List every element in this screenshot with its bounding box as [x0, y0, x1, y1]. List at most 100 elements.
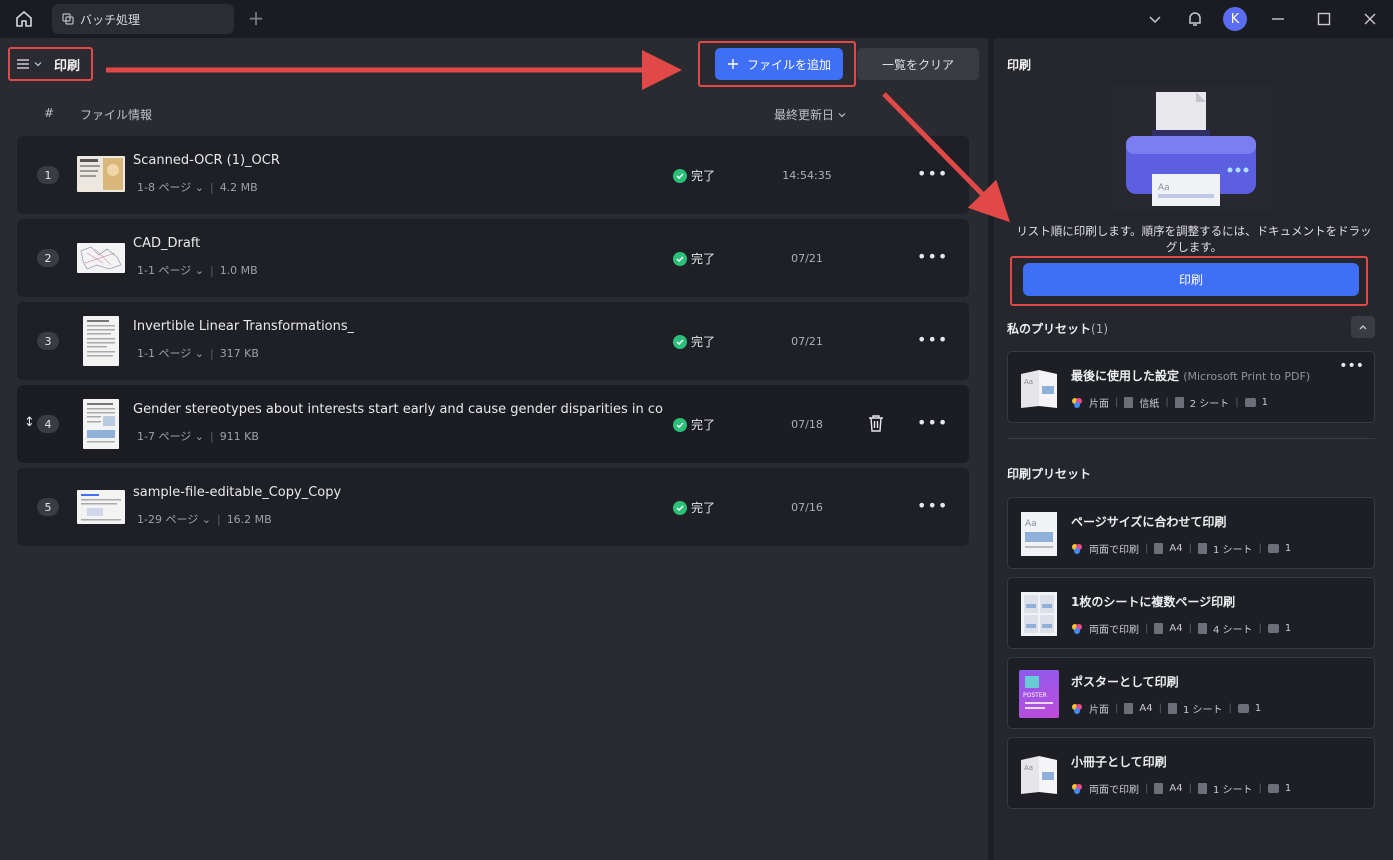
file-thumbnail — [83, 399, 119, 449]
table-row[interactable]: 3 Invertible Linear Transformations_ 1-1… — [17, 302, 969, 380]
page-range-select[interactable]: 1-7 ページ ⌄ — [137, 428, 204, 444]
page-range-select[interactable]: 1-1 ページ ⌄ — [137, 345, 204, 361]
my-presets-heading: 私のプリセット(1) — [1007, 322, 1109, 336]
mode-selector[interactable]: 印刷 — [8, 47, 93, 81]
table-row[interactable]: 2 CAD_Draft 1-1 ページ ⌄ | 1.0 MB 完了 07/21 … — [17, 219, 969, 297]
paper-icon — [1124, 703, 1134, 714]
more-options-button[interactable]: ••• — [917, 330, 948, 349]
check-circle-icon — [673, 251, 687, 266]
check-circle-icon — [673, 417, 687, 432]
delete-button[interactable] — [867, 413, 885, 436]
row-number: 5 — [37, 498, 59, 516]
clear-list-button[interactable]: 一覧をクリア — [857, 48, 979, 80]
minimize-button[interactable] — [1255, 0, 1301, 38]
batch-icon — [62, 13, 74, 25]
home-icon — [16, 11, 32, 27]
multi-page-thumbnail-icon — [1021, 592, 1057, 636]
copies-icon — [1267, 624, 1279, 633]
print-button[interactable]: 印刷 — [1023, 263, 1359, 296]
file-meta: 1-1 ページ ⌄ | 317 KB — [137, 345, 259, 361]
table-row[interactable]: 5 sample-file-editable_Copy_Copy 1-29 ペー… — [17, 468, 969, 546]
column-modified-sort[interactable]: 最終更新日 — [774, 106, 846, 123]
preset-title: ページサイズに合わせて印刷 — [1071, 515, 1227, 529]
sheet-icon — [1197, 783, 1207, 794]
file-name: sample-file-editable_Copy_Copy — [133, 485, 342, 500]
more-options-button[interactable]: ••• — [917, 164, 948, 183]
tab-label: バッチ処理 — [80, 12, 141, 27]
file-meta: 1-8 ページ ⌄ | 4.2 MB — [137, 179, 258, 195]
status-badge: 完了 — [673, 167, 715, 184]
notification-button[interactable] — [1175, 0, 1215, 38]
preset-title: 小冊子として印刷 — [1071, 755, 1167, 769]
copies-icon — [1244, 398, 1256, 407]
my-presets-count: (1) — [1091, 322, 1109, 336]
modified-date: 07/18 — [791, 418, 823, 431]
plus-icon: + — [247, 6, 265, 30]
account-button[interactable]: K — [1215, 0, 1255, 38]
title-bar: バッチ処理 + K — [0, 0, 1393, 38]
file-thumbnail — [77, 490, 125, 524]
drag-handle[interactable]: ↕ — [24, 415, 35, 430]
add-files-button[interactable]: ファイルを追加 — [715, 48, 843, 80]
divider — [1007, 438, 1375, 439]
fit-page-thumbnail-icon: Aa — [1021, 512, 1057, 556]
file-meta: 1-1 ページ ⌄ | 1.0 MB — [137, 262, 258, 278]
sheet-icon — [1167, 703, 1177, 714]
status-badge: 完了 — [673, 416, 715, 433]
dropdown-button[interactable] — [1135, 0, 1175, 38]
more-icon: ••• — [917, 164, 949, 183]
color-icon — [1071, 543, 1083, 555]
drag-icon: ↕ — [24, 415, 35, 430]
color-icon — [1071, 623, 1083, 635]
more-options-button[interactable]: ••• — [917, 413, 948, 432]
preset-card-poster[interactable]: POSTER ポスターとして印刷 片面 | A4 | 1 シート | 1 — [1007, 657, 1375, 729]
preset-card-last-used[interactable]: Aa 最後に使用した設定 (Microsoft Print to PDF) ••… — [1007, 351, 1375, 423]
more-icon: ••• — [917, 330, 949, 349]
print-description: リスト順に印刷します。順序を調整するには、ドキュメントをドラッグします。 — [1016, 224, 1372, 254]
new-tab-button[interactable]: + — [246, 8, 266, 30]
poster-thumbnail-icon: POSTER — [1019, 670, 1059, 718]
preset-meta: 両面で印刷 | A4 | 4 シート | 1 — [1071, 621, 1291, 636]
maximize-button[interactable] — [1301, 0, 1347, 38]
preset-more-button[interactable]: ••• — [1339, 358, 1364, 374]
check-circle-icon — [673, 168, 687, 183]
clear-list-label: 一覧をクリア — [881, 57, 954, 72]
copies-icon — [1267, 784, 1279, 793]
file-name: CAD_Draft — [133, 236, 201, 251]
preset-card-fit-page[interactable]: Aa ページサイズに合わせて印刷 両面で印刷 | A4 | 1 シート | 1 — [1007, 497, 1375, 569]
file-name: Invertible Linear Transformations_ — [133, 319, 355, 334]
preset-card-multi-page[interactable]: 1枚のシートに複数ページ印刷 両面で印刷 | A4 | 4 シート | 1 — [1007, 577, 1375, 649]
home-button[interactable] — [12, 8, 36, 30]
preset-card-booklet[interactable]: Aa 小冊子として印刷 両面で印刷 | A4 | 1 シート | 1 — [1007, 737, 1375, 809]
collapse-button[interactable] — [1351, 316, 1375, 338]
preset-meta: 両面で印刷 | A4 | 1 シート | 1 — [1071, 781, 1291, 796]
preset-meta: 両面で印刷 | A4 | 1 シート | 1 — [1071, 541, 1291, 556]
copies-icon — [1237, 704, 1249, 713]
status-badge: 完了 — [673, 333, 715, 350]
page-range-select[interactable]: 1-8 ページ ⌄ — [137, 179, 204, 195]
page-range-select[interactable]: 1-29 ページ ⌄ — [137, 511, 211, 527]
trash-icon — [869, 415, 883, 432]
status-badge: 完了 — [673, 499, 715, 516]
page-range-select[interactable]: 1-1 ページ ⌄ — [137, 262, 204, 278]
more-options-button[interactable]: ••• — [917, 247, 948, 266]
close-button[interactable] — [1347, 0, 1393, 38]
status-badge: 完了 — [673, 250, 715, 267]
modified-date: 07/21 — [791, 252, 823, 265]
poster-thumb-text: POSTER — [1023, 692, 1047, 699]
table-row[interactable]: ↕ 4 Gender stereotypes about interests s… — [17, 385, 969, 463]
table-row[interactable]: 1 Scanned-OCR (1)_OCR 1-8 ページ ⌄ | 4.2 MB… — [17, 136, 969, 214]
panel-title: 印刷 — [1007, 58, 1032, 72]
modified-date: 14:54:35 — [782, 169, 832, 182]
plus-icon — [727, 59, 738, 69]
check-circle-icon — [673, 500, 687, 515]
sheet-icon — [1174, 397, 1184, 408]
chevron-down-icon — [838, 112, 846, 117]
menu-icon — [17, 59, 29, 69]
row-number: 1 — [37, 166, 59, 184]
tab-batch-process[interactable]: バッチ処理 — [52, 4, 234, 34]
more-options-button[interactable]: ••• — [917, 496, 948, 515]
file-thumbnail — [77, 243, 125, 273]
svg-text:Aa: Aa — [1025, 519, 1037, 529]
file-name: Gender stereotypes about interests start… — [133, 402, 663, 417]
